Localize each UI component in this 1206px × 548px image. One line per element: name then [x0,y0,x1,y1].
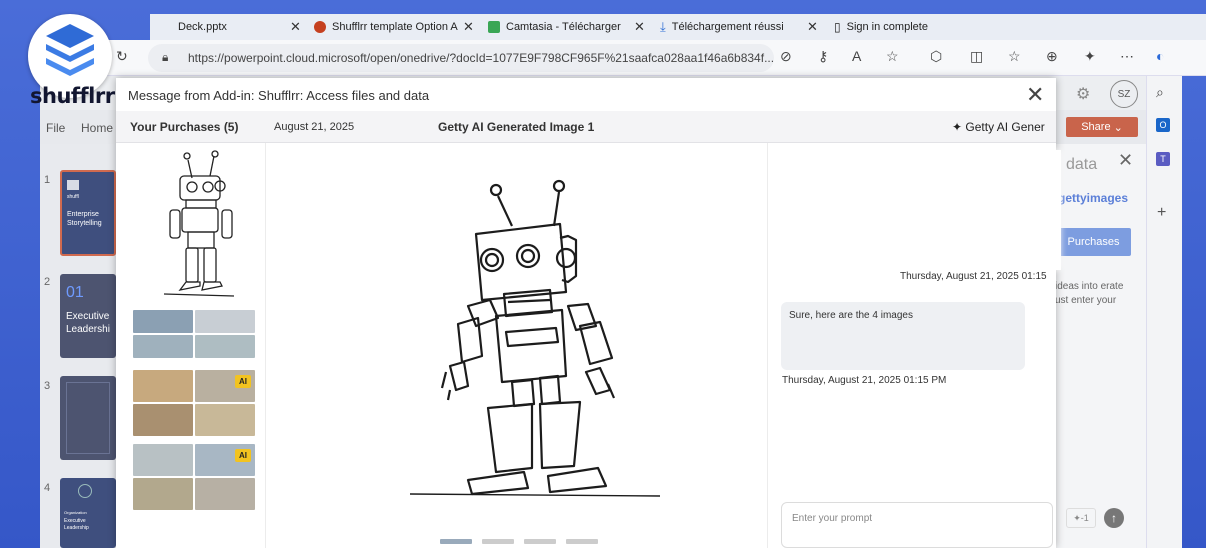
getty-ai-button[interactable]: ✦ Getty AI Gener [952,120,1045,134]
globe-icon [78,484,92,498]
slide-number: 1 [44,174,51,186]
extensions-icon[interactable]: ⬡ [930,48,942,65]
tab-shufflrr-template[interactable]: Shufflrr template Option A [314,16,458,38]
outlook-icon[interactable]: O [1156,118,1170,132]
slide-thumb-1[interactable]: shuffl Enterprise Storytelling [60,170,116,256]
ai-credits-badge[interactable]: ✦-1 [1066,508,1096,528]
assistant-message: Sure, here are the 4 images [781,302,1025,370]
settings-icon[interactable]: ⚙ [1076,84,1090,104]
ai-badge: AI [235,375,251,388]
pane-intro-text: ideas into erate ust enter your [1055,281,1124,306]
slide-title: Enterprise Storytelling [67,211,102,227]
thumbnail-image [133,310,193,333]
no-video-icon[interactable]: ⊘ [780,48,792,65]
slide-small-text: shuffl [67,194,79,200]
more-icon[interactable]: ⋯ [1120,48,1134,65]
edge-icon[interactable]: ◐ [1156,48,1164,64]
gettyimages-logo: gettyimages [1058,191,1129,205]
ai-badge: AI [235,449,251,462]
favorite-icon[interactable]: ☆ [886,48,899,65]
tab-label: Deck.pptx [178,21,227,33]
tab-close[interactable]: ✕ [807,16,818,38]
image-carousel-dots[interactable] [440,539,598,544]
slide-title: Executive Leadership [64,518,89,531]
read-aloud-icon[interactable]: A [852,48,861,64]
purchases-button[interactable]: Purchases [1056,228,1131,256]
shufflrr-logo-icon [67,180,79,190]
carousel-dot[interactable] [566,539,598,544]
search-icon[interactable]: ⌕ [1156,84,1164,101]
key-icon[interactable]: ⚷ [818,48,828,65]
thumbnail-image [195,335,255,358]
carousel-dot[interactable] [482,539,514,544]
thumbnail-image [133,478,193,510]
tab-sign-in[interactable]: ▯ Sign in complete [834,16,928,38]
thumbnail-image [195,310,255,333]
slide-small-text: Organization [64,510,87,515]
thumbnail-image [195,478,255,510]
thumbnail-image [195,404,255,436]
message-timestamp: Thursday, August 21, 2025 01:15 [900,271,1047,282]
slide-title: Executive Leadershi [66,311,110,335]
send-icon[interactable]: ↑ [1104,508,1124,528]
copilot-icon[interactable]: ✦ [1084,48,1096,65]
thumbnail-image [133,404,193,436]
avatar[interactable]: SZ [1110,80,1138,108]
message-timestamp: Thursday, August 21, 2025 01:15 PM [782,375,947,386]
dialog-title: Message from Add-in: Shufflrr: Access fi… [128,88,430,103]
tab-close[interactable]: ✕ [290,16,301,38]
lock-icon[interactable]: 🔒︎ [162,50,168,65]
purchases-heading[interactable]: Your Purchases (5) [130,120,238,134]
slide-number: 2 [44,276,51,288]
collections-icon[interactable]: ⊕ [1046,48,1058,65]
edge-sidebar [1146,76,1182,548]
chevron-down-icon: ⌄ [1113,121,1123,134]
tab-camtasia[interactable]: Camtasia - Télécharger [488,16,621,38]
slide-frame [66,382,110,454]
teams-icon[interactable]: T [1156,152,1170,166]
pane-close-icon[interactable]: ✕ [1118,150,1133,171]
thumbnail-group-buildings[interactable] [133,310,255,358]
slide-number: 4 [44,482,51,494]
tab-deck[interactable]: Deck.pptx [178,16,227,38]
ribbon-file[interactable]: File [46,121,65,135]
slide-thumb-3[interactable] [60,376,116,460]
share-button[interactable]: Share ⌄ [1066,117,1138,137]
slide-number: 3 [44,380,51,392]
redacted-message [825,150,1061,270]
favorites-bar-icon[interactable]: ☆ [1008,48,1021,65]
slide-thumb-4[interactable]: Organization Executive Leadership [60,478,116,548]
ribbon-home[interactable]: Home [81,121,113,135]
powerpoint-icon [314,21,326,33]
purchase-date: August 21, 2025 [274,121,355,133]
thumbnail-image [133,444,193,476]
tab-download[interactable]: ⤓ Téléchargement réussi [660,16,784,38]
prompt-input[interactable]: Enter your prompt [781,502,1053,548]
close-icon[interactable]: ✕ [1026,82,1044,108]
page-icon: ▯ [834,20,841,34]
brand-name: shufflrr [30,84,115,108]
pane-title: data [1066,156,1098,173]
thumbnail-image [133,335,193,358]
slide-number-big: 01 [66,284,84,301]
sparkle-icon: ✦ [952,120,966,134]
split-screen-icon[interactable]: ◫ [970,48,983,65]
tab-close[interactable]: ✕ [634,16,645,38]
add-icon[interactable]: + [1157,204,1166,222]
main-preview-image [409,179,661,497]
carousel-dot[interactable] [440,539,472,544]
thumbnail-image [133,370,193,402]
url-field[interactable]: https://powerpoint.cloud.microsoft/open/… [148,44,774,72]
camtasia-icon [488,21,500,33]
tab-close[interactable]: ✕ [463,16,474,38]
image-title: Getty AI Generated Image 1 [438,120,595,134]
carousel-dot[interactable] [524,539,556,544]
download-icon: ⤓ [660,19,666,34]
robot-thumbnail[interactable] [150,150,242,300]
slide-thumb-2[interactable]: 01 Executive Leadershi [60,274,116,358]
refresh-icon[interactable]: ↻ [116,48,128,65]
